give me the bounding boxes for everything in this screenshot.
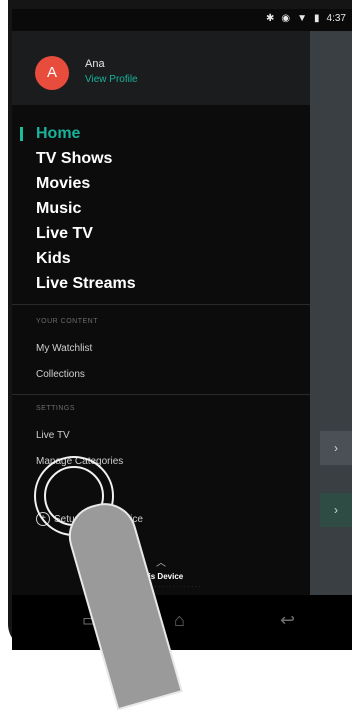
nav-item-kids[interactable]: Kids — [36, 248, 136, 273]
profile-header[interactable]: A Ana View Profile — [12, 31, 310, 105]
device-frame: ✱ ◉ ▼ ▮ 4:37 › › A Ana View Profile Home… — [0, 0, 360, 710]
nav-item-movies[interactable]: Movies — [36, 173, 136, 198]
this-device-label: This Device — [138, 572, 184, 581]
nav-item-live-streams[interactable]: Live Streams — [36, 273, 136, 298]
avatar: A — [35, 56, 69, 90]
nav-item-tv-shows[interactable]: TV Shows — [36, 148, 136, 173]
divider — [12, 304, 310, 305]
section-title-settings: SETTINGS — [36, 405, 76, 412]
right-card-2[interactable]: › — [320, 493, 352, 527]
nav-item-home[interactable]: Home — [36, 123, 136, 148]
bluetooth-icon: ✱ — [265, 13, 275, 24]
chevron-right-icon: › — [334, 441, 338, 455]
nav-item-music[interactable]: Music — [36, 198, 136, 223]
home-icon[interactable]: ⌂ — [174, 611, 185, 629]
back-icon[interactable]: ↩ — [280, 611, 295, 629]
chevron-right-icon: › — [334, 503, 338, 517]
status-time: 4:37 — [326, 13, 346, 24]
this-device-panel[interactable]: ︿ This Device · · · · · · · · · · · · · … — [12, 558, 310, 591]
active-indicator — [20, 127, 23, 141]
wifi-icon: ▼ — [297, 13, 308, 24]
menu-item-my-watchlist[interactable]: My Watchlist — [36, 343, 92, 354]
right-card-1[interactable]: › — [320, 431, 352, 465]
profile-name: Ana — [85, 58, 105, 70]
vibrate-icon: ◉ — [281, 13, 291, 24]
status-bar: ✱ ◉ ▼ ▮ 4:37 — [12, 9, 352, 31]
nav-item-live-tv[interactable]: Live TV — [36, 223, 136, 248]
menu-item-settings-live-tv[interactable]: Live TV — [36, 430, 70, 441]
menu-item-collections[interactable]: Collections — [36, 369, 85, 380]
main-nav: Home TV Shows Movies Music Live TV Kids … — [36, 123, 136, 298]
battery-icon: ▮ — [314, 13, 320, 24]
view-profile-link[interactable]: View Profile — [85, 74, 138, 85]
section-title-your-content: YOUR CONTENT — [36, 318, 98, 325]
this-device-sublabel: · · · · · · · · · · · · · · · · · · · · … — [121, 584, 201, 590]
android-nav-bar: ▭ ⌂ ↩ — [12, 595, 352, 650]
chevron-up-icon: ︿ — [156, 558, 166, 569]
divider — [12, 394, 310, 395]
